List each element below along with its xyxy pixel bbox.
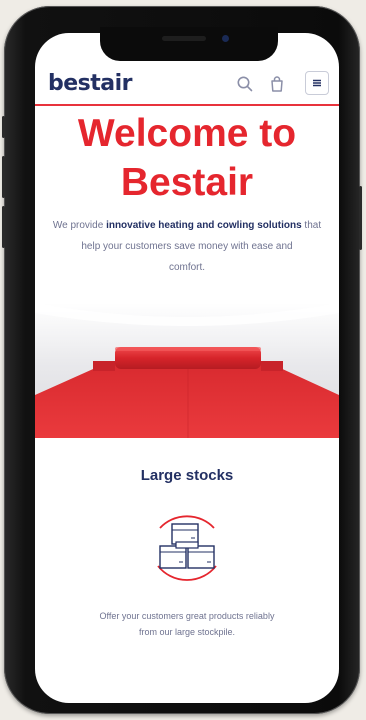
phone-volume-up-button — [2, 156, 5, 198]
bag-icon[interactable] — [267, 74, 287, 94]
hero-text-line-4: comfort. — [168, 262, 206, 273]
speaker-grille — [162, 36, 206, 41]
boxes-icon — [157, 515, 217, 581]
hero-title-line-1: Welcome to — [77, 112, 297, 155]
phone-side-button — [2, 116, 5, 138]
feature-title: Large stocks — [140, 467, 234, 484]
hero-text-prefix: We provide — [52, 220, 107, 231]
hero-title-line-2: Bestair — [120, 161, 254, 204]
menu-icon — [313, 79, 321, 87]
search-icon[interactable] — [235, 74, 255, 94]
phone-power-button — [359, 186, 362, 250]
menu-button[interactable] — [305, 71, 329, 95]
feature-text-line-2: from our large stockpile. — [138, 627, 236, 637]
red-carpet-hero-image — [35, 303, 339, 438]
bestair-logo[interactable]: bestair — [48, 71, 133, 96]
front-camera — [222, 35, 229, 42]
site-header: bestair — [35, 68, 339, 106]
hero-text-after-highlight: that — [301, 220, 322, 231]
phone-screen: bestair Welcome to Bestair We provide in… — [35, 33, 339, 703]
hero-text-line-3: help your customers save money with ease… — [81, 241, 293, 252]
hero-text-highlight: innovative heating and cowling solutions — [106, 220, 302, 231]
feature-description: Offer your customers great products reli… — [55, 608, 319, 640]
phone-notch — [100, 27, 278, 61]
feature-text-line-1: Offer your customers great products reli… — [99, 611, 275, 621]
hero-description: We provide innovative heating and cowlin… — [43, 215, 331, 278]
phone-volume-down-button — [2, 206, 5, 248]
hero-title: Welcome to Bestair — [35, 109, 339, 207]
phone-frame: bestair Welcome to Bestair We provide in… — [2, 6, 362, 714]
